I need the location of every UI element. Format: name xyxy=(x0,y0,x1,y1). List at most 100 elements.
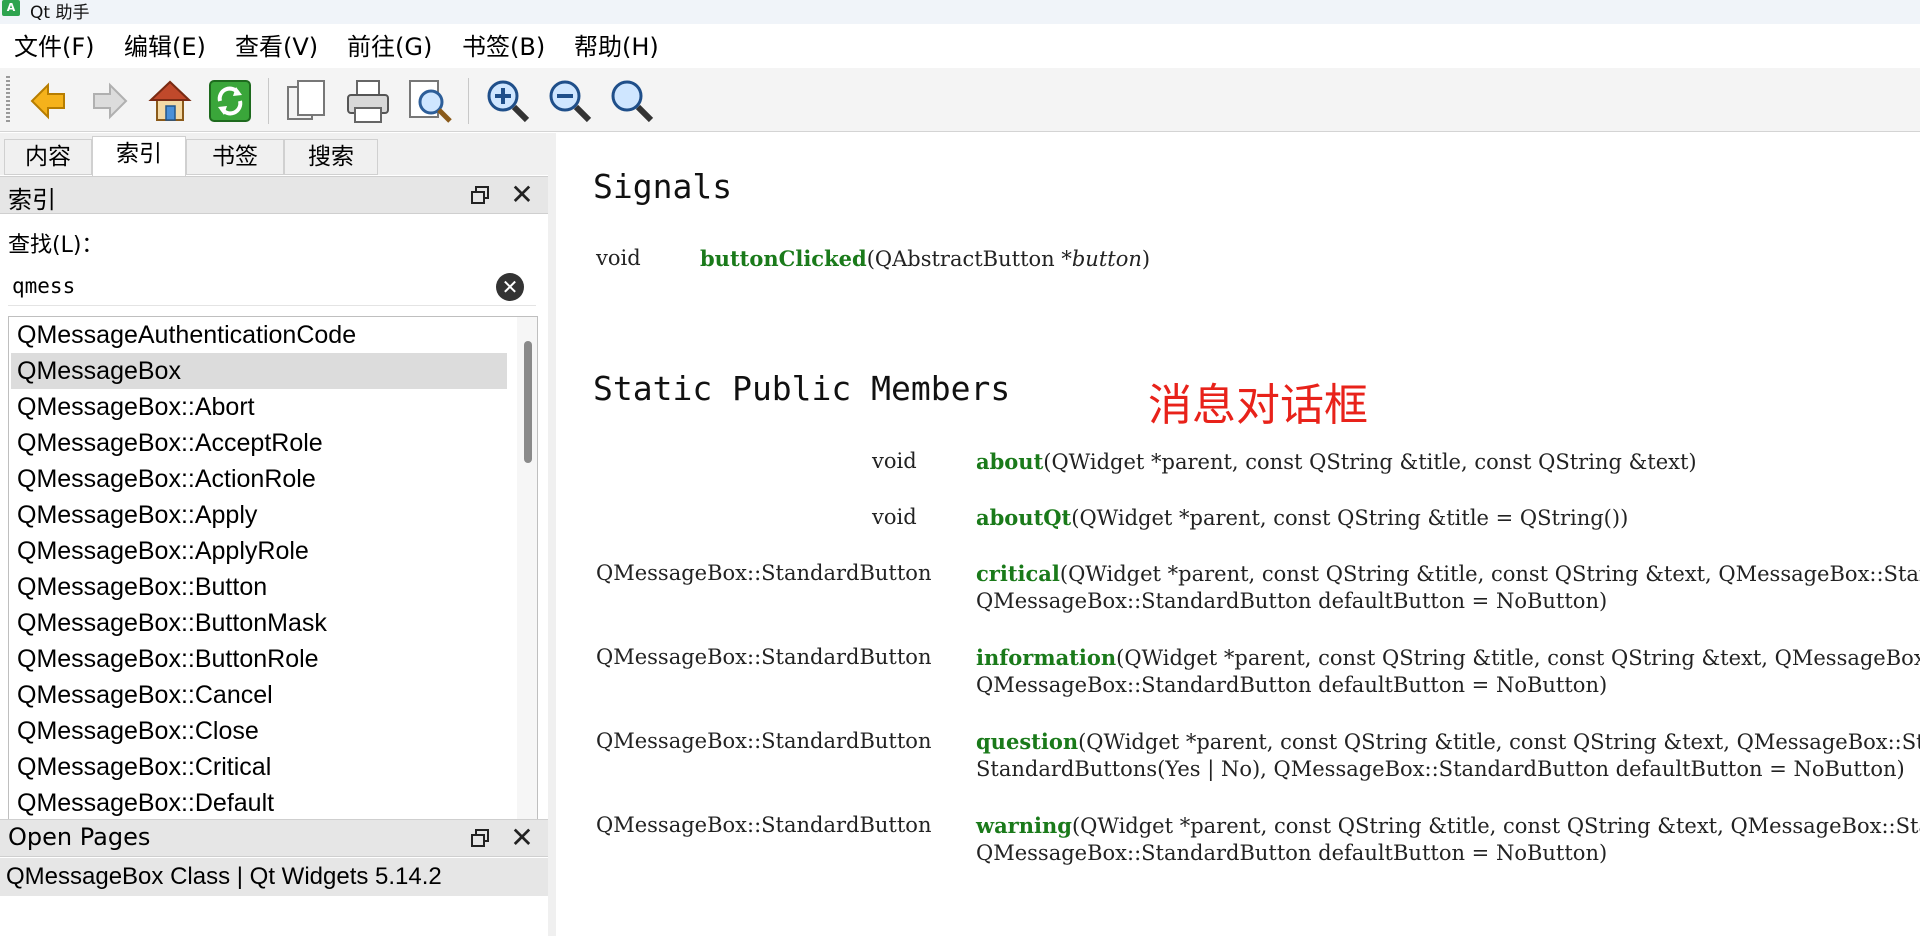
toolbar-separator xyxy=(268,78,269,124)
scrollbar-thumb[interactable] xyxy=(524,341,532,463)
toolbar xyxy=(0,68,1920,132)
toolbar-separator xyxy=(468,78,469,124)
find-label: 查找(L)： xyxy=(8,233,104,258)
assistant-app-icon: A xyxy=(2,0,20,16)
list-item[interactable]: QMessageBox::Close xyxy=(11,713,507,749)
member-signature-continued: StandardButtons(Yes | No), QMessageBox::… xyxy=(976,757,1905,781)
zoom-in-icon xyxy=(487,80,530,123)
list-item[interactable]: QMessageBox::AcceptRole xyxy=(11,425,507,461)
member-signature: aboutQt(QWidget *parent, const QString &… xyxy=(976,505,1629,530)
close-icon[interactable]: ✕ xyxy=(510,824,534,852)
back-arrow-icon xyxy=(30,82,65,120)
tab-index[interactable]: 索引 xyxy=(92,136,186,176)
static-members-heading: Static Public Members xyxy=(593,369,1011,408)
zoom-reset-icon xyxy=(611,80,654,123)
open-page-item[interactable]: QMessageBox Class | Qt Widgets 5.14.2 xyxy=(0,858,548,896)
member-return-type: QMessageBox::StandardButton xyxy=(596,813,932,837)
tab-search[interactable]: 搜索 xyxy=(284,139,378,175)
menu-go[interactable]: 前往(G) xyxy=(347,30,432,64)
member-signature-continued: QMessageBox::StandardButton defaultButto… xyxy=(976,589,1608,613)
list-item[interactable]: QMessageBox::ApplyRole xyxy=(11,533,507,569)
member-return-type: void xyxy=(872,505,917,529)
index-search-input[interactable] xyxy=(12,270,482,302)
print-icon xyxy=(347,80,389,123)
documentation-view: Signals void buttonClicked(QAbstractButt… xyxy=(556,133,1920,936)
index-list: QMessageAuthenticationCode QMessageBox Q… xyxy=(8,316,538,828)
member-signature: about(QWidget *parent, const QString &ti… xyxy=(976,449,1697,474)
toolbar-grip[interactable] xyxy=(6,76,10,124)
window-title: Qt 助手 xyxy=(30,3,90,23)
menu-bar: 文件(F) 编辑(E) 查看(V) 前往(G) 书签(B) 帮助(H) xyxy=(0,24,1920,68)
member-signature: critical(QWidget *parent, const QString … xyxy=(976,561,1920,586)
home-icon xyxy=(148,80,192,121)
signal-name-link[interactable]: buttonClicked xyxy=(700,246,867,271)
index-search-box: ✕ xyxy=(8,266,536,306)
find-button[interactable] xyxy=(404,76,456,126)
menu-bookmarks[interactable]: 书签(B) xyxy=(462,30,545,64)
copy-icon xyxy=(287,80,325,120)
title-bar: A Qt 助手 xyxy=(0,0,1920,24)
annotation-text: 消息对话框 xyxy=(1148,380,1368,431)
list-item[interactable]: QMessageBox::Critical xyxy=(11,749,507,785)
zoom-out-icon xyxy=(549,80,592,123)
member-return-type: void xyxy=(872,449,917,473)
back-button[interactable] xyxy=(22,76,74,126)
float-window-icon[interactable] xyxy=(470,185,490,205)
forward-arrow-icon xyxy=(93,82,128,120)
list-item[interactable]: QMessageBox::Button xyxy=(11,569,507,605)
splitter-handle[interactable] xyxy=(548,133,556,936)
menu-view[interactable]: 查看(V) xyxy=(235,30,318,64)
index-scrollbar[interactable] xyxy=(517,317,537,827)
list-item[interactable]: QMessageBox::ButtonMask xyxy=(11,605,507,641)
index-dock-header: 索引 ✕ xyxy=(0,176,548,214)
zoom-out-button[interactable] xyxy=(544,76,596,126)
sidebar-tabs: 内容 索引 书签 搜索 xyxy=(0,133,548,176)
member-signature: question(QWidget *parent, const QString … xyxy=(976,729,1920,754)
index-dock-title: 索引 xyxy=(8,186,56,214)
list-item[interactable]: QMessageBox::ActionRole xyxy=(11,461,507,497)
copy-button[interactable] xyxy=(280,76,332,126)
signals-heading: Signals xyxy=(593,167,733,206)
menu-file[interactable]: 文件(F) xyxy=(14,30,95,64)
member-name-link[interactable]: aboutQt xyxy=(976,505,1071,530)
list-item[interactable]: QMessageAuthenticationCode xyxy=(11,317,507,353)
menu-help[interactable]: 帮助(H) xyxy=(574,30,659,64)
open-pages-title: Open Pages xyxy=(8,823,151,851)
member-name-link[interactable]: warning xyxy=(976,813,1072,838)
find-icon xyxy=(409,80,452,123)
member-name-link[interactable]: critical xyxy=(976,561,1060,586)
sync-button[interactable] xyxy=(204,76,256,126)
member-return-type: QMessageBox::StandardButton xyxy=(596,729,932,753)
zoom-reset-button[interactable] xyxy=(606,76,658,126)
member-name-link[interactable]: information xyxy=(976,645,1116,670)
member-signature-continued: QMessageBox::StandardButton defaultButto… xyxy=(976,841,1608,865)
member-signature-continued: QMessageBox::StandardButton defaultButto… xyxy=(976,673,1608,697)
list-item-selected[interactable]: QMessageBox xyxy=(11,353,507,389)
close-icon[interactable]: ✕ xyxy=(510,181,534,209)
signal-return-type: void xyxy=(596,246,641,270)
list-item[interactable]: QMessageBox::Apply xyxy=(11,497,507,533)
list-item[interactable]: QMessageBox::Cancel xyxy=(11,677,507,713)
print-button[interactable] xyxy=(342,76,394,126)
zoom-in-button[interactable] xyxy=(482,76,534,126)
signal-signature: buttonClicked(QAbstractButton *button) xyxy=(700,246,1151,271)
open-pages-dock-header: Open Pages ✕ xyxy=(0,819,548,857)
sync-icon xyxy=(209,80,251,122)
forward-button[interactable] xyxy=(84,76,136,126)
member-return-type: QMessageBox::StandardButton xyxy=(596,561,932,585)
tab-bookmarks[interactable]: 书签 xyxy=(186,139,284,175)
member-name-link[interactable]: question xyxy=(976,729,1078,754)
sidebar: 内容 索引 书签 搜索 索引 ✕ 查找(L)： ✕ QMessageAuthen… xyxy=(0,133,548,936)
float-window-icon[interactable] xyxy=(470,828,490,848)
menu-edit[interactable]: 编辑(E) xyxy=(124,30,206,64)
member-signature: warning(QWidget *parent, const QString &… xyxy=(976,813,1920,838)
list-item[interactable]: QMessageBox::Default xyxy=(11,785,507,821)
list-item[interactable]: QMessageBox::Abort xyxy=(11,389,507,425)
tab-contents[interactable]: 内容 xyxy=(4,139,92,175)
home-button[interactable] xyxy=(144,76,196,126)
member-signature: information(QWidget *parent, const QStri… xyxy=(976,645,1920,670)
list-item[interactable]: QMessageBox::ButtonRole xyxy=(11,641,507,677)
member-return-type: QMessageBox::StandardButton xyxy=(596,645,932,669)
member-name-link[interactable]: about xyxy=(976,449,1043,474)
clear-search-icon[interactable]: ✕ xyxy=(496,273,524,301)
